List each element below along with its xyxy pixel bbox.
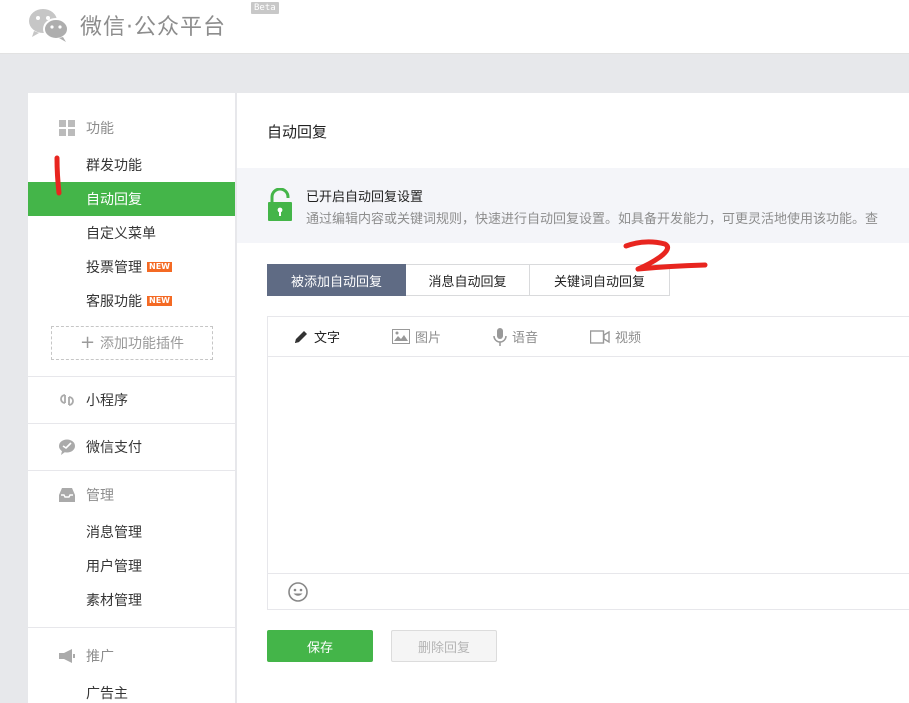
sidebar-item-mini-program[interactable]: 小程序 xyxy=(28,377,235,423)
tool-text[interactable]: 文字 xyxy=(293,327,340,346)
top-bar: 微信·公众平台 Beta xyxy=(0,0,909,54)
tab-message-reply[interactable]: 消息自动回复 xyxy=(406,264,530,296)
sidebar-head-label: 管理 xyxy=(86,488,114,504)
sidebar-group-features: 功能 群发功能 自动回复 自定义菜单 投票管理 NEW 客服功能 NEW + 添加功… xyxy=(28,108,235,377)
sidebar-head-label: 推广 xyxy=(86,649,114,665)
page-title: 自动回复 xyxy=(267,123,328,141)
grid-icon xyxy=(58,119,76,137)
sidebar-item-advertiser[interactable]: 广告主 xyxy=(28,676,235,703)
sidebar: 功能 群发功能 自动回复 自定义菜单 投票管理 NEW 客服功能 NEW + 添加功… xyxy=(28,93,236,703)
delete-reply-button[interactable]: 删除回复 xyxy=(391,630,497,662)
sidebar-item-wechat-pay[interactable]: 微信支付 xyxy=(28,424,235,470)
logo-title: 微信·公众平台 xyxy=(80,15,226,40)
sidebar-item-label: 消息管理 xyxy=(86,525,142,541)
sidebar-item-label: 广告主 xyxy=(86,686,128,702)
tool-video[interactable]: 视频 xyxy=(590,327,641,346)
unlock-icon xyxy=(268,188,292,221)
sidebar-head-label: 功能 xyxy=(86,121,114,137)
sidebar-head-manage: 管理 xyxy=(28,475,235,515)
image-icon xyxy=(392,329,411,344)
beta-badge: Beta xyxy=(251,2,279,14)
sidebar-item-label: 客服功能 xyxy=(86,294,142,310)
status-notice: 已开启自动回复设置 通过编辑内容或关键词规则，快速进行自动回复设置。如具备开发能… xyxy=(237,168,909,243)
main-panel: 自动回复 已开启自动回复设置 通过编辑内容或关键词规则，快速进行自动回复设置。如… xyxy=(237,93,909,703)
pencil-icon xyxy=(295,330,307,343)
tab-keyword-reply[interactable]: 关键词自动回复 xyxy=(530,264,670,296)
sidebar-group-mini-program: 小程序 xyxy=(28,377,235,424)
tool-image[interactable]: 图片 xyxy=(392,327,441,346)
reply-editor: 文字 图片 语音 视频 xyxy=(267,316,909,610)
megaphone-icon xyxy=(58,647,76,665)
new-badge: NEW xyxy=(147,262,172,272)
tool-label: 语音 xyxy=(512,331,539,346)
sidebar-item-label: 素材管理 xyxy=(86,593,142,609)
sidebar-head-features: 功能 xyxy=(28,108,235,148)
sidebar-item-customer-service[interactable]: 客服功能 NEW xyxy=(28,284,235,318)
add-plugin-button[interactable]: + 添加功能插件 xyxy=(51,326,213,360)
editor-footer xyxy=(268,573,909,609)
sidebar-group-pay: 微信支付 xyxy=(28,424,235,471)
sidebar-item-label: 自定义菜单 xyxy=(86,226,156,242)
tab-label: 被添加自动回复 xyxy=(290,274,382,290)
notice-description: 通过编辑内容或关键词规则，快速进行自动回复设置。如具备开发能力，可更灵活地使用该… xyxy=(306,212,879,227)
tool-voice[interactable]: 语音 xyxy=(493,327,538,346)
notice-title: 已开启自动回复设置 xyxy=(306,190,424,205)
sidebar-item-users[interactable]: 用户管理 xyxy=(28,549,235,583)
sidebar-item-mass-send[interactable]: 群发功能 xyxy=(28,148,235,182)
emoji-icon[interactable] xyxy=(288,581,308,602)
add-plugin-label: 添加功能插件 xyxy=(100,336,185,352)
link-icon xyxy=(58,391,76,409)
editor-textarea[interactable] xyxy=(268,357,909,573)
reply-tabs: 被添加自动回复 消息自动回复 关键词自动回复 xyxy=(267,264,670,296)
sidebar-item-label: 用户管理 xyxy=(86,559,142,575)
sidebar-item-label: 自动回复 xyxy=(86,192,142,208)
sidebar-group-promotion: 推广 广告主 xyxy=(28,636,235,703)
tab-label: 关键词自动回复 xyxy=(553,274,645,290)
sidebar-item-materials[interactable]: 素材管理 xyxy=(28,583,235,617)
sidebar-item-auto-reply[interactable]: 自动回复 xyxy=(28,182,235,216)
new-badge: NEW xyxy=(147,296,172,306)
tool-label: 文字 xyxy=(314,331,341,346)
microphone-icon xyxy=(493,327,507,346)
tool-label: 视频 xyxy=(615,331,642,346)
sidebar-head-label: 微信支付 xyxy=(86,440,142,456)
tab-label: 消息自动回复 xyxy=(428,274,507,290)
sidebar-item-label: 群发功能 xyxy=(86,158,142,174)
sidebar-item-vote[interactable]: 投票管理 NEW xyxy=(28,250,235,284)
wechat-icon xyxy=(29,9,69,42)
sidebar-head-promotion: 推广 xyxy=(28,636,235,676)
plus-icon: + xyxy=(79,332,96,353)
sidebar-group-manage: 管理 消息管理 用户管理 素材管理 xyxy=(28,475,235,628)
pay-icon xyxy=(58,438,76,456)
inbox-icon xyxy=(58,486,76,504)
tool-label: 图片 xyxy=(415,331,442,346)
video-icon xyxy=(590,329,610,344)
editor-toolbar: 文字 图片 语音 视频 xyxy=(268,317,909,357)
sidebar-item-messages[interactable]: 消息管理 xyxy=(28,515,235,549)
tab-on-follow-reply[interactable]: 被添加自动回复 xyxy=(267,264,406,296)
sidebar-head-label: 小程序 xyxy=(86,393,128,409)
sidebar-item-custom-menu[interactable]: 自定义菜单 xyxy=(28,216,235,250)
logo[interactable]: 微信·公众平台 xyxy=(28,7,226,43)
save-button[interactable]: 保存 xyxy=(267,630,373,662)
sidebar-item-label: 投票管理 xyxy=(86,260,142,276)
